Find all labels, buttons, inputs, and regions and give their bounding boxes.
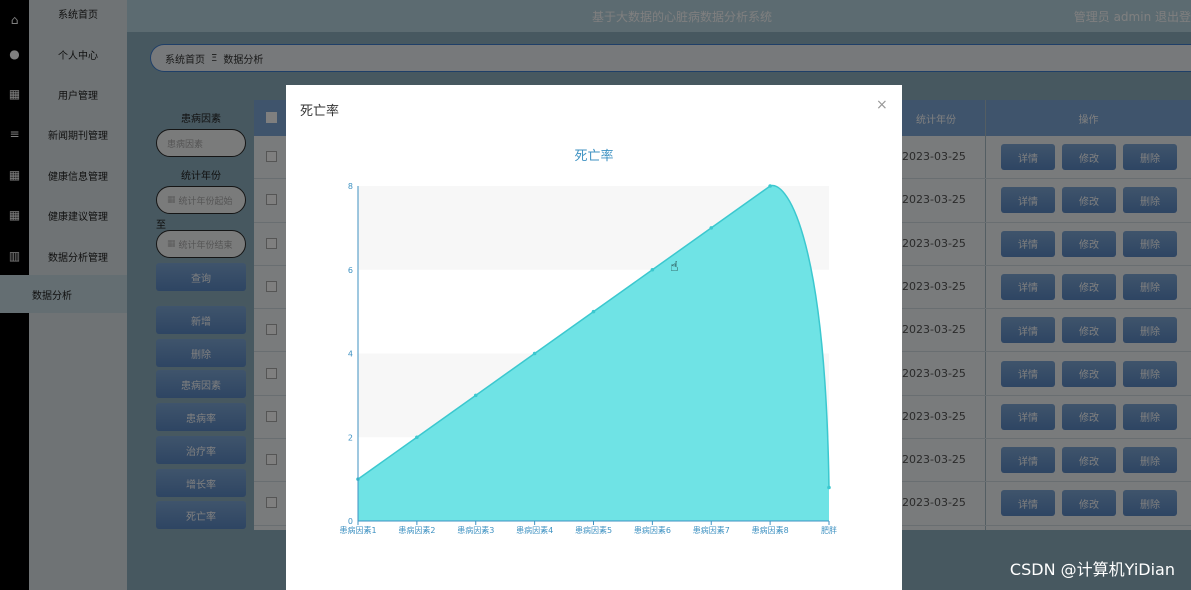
y-tick-label: 6 xyxy=(348,266,353,275)
data-point xyxy=(827,485,831,490)
x-tick-label: 患病因素2 xyxy=(398,525,435,535)
data-point xyxy=(709,226,714,230)
data-point xyxy=(650,267,655,272)
x-tick-label: 患病因素1 xyxy=(339,525,376,535)
y-tick-label: 0 xyxy=(348,517,353,526)
x-tick-label: 患病因素6 xyxy=(634,525,671,535)
x-tick-label: 患病因素3 xyxy=(457,525,494,535)
y-tick-label: 8 xyxy=(348,182,353,191)
data-point xyxy=(532,351,537,356)
data-point xyxy=(768,184,772,188)
x-tick-label: 肥胖 xyxy=(821,525,837,535)
hand-cursor-icon: ☝ xyxy=(670,259,679,275)
x-tick-label: 患病因素5 xyxy=(575,525,612,535)
x-tick-label: 患病因素8 xyxy=(752,525,789,535)
y-tick-label: 4 xyxy=(348,350,353,359)
chart-dialog: 死亡率 × 死亡率 0 2 4 6 8 患病因素1 患病因素2 患病因素3 患病因素4 患病因素5… xyxy=(286,85,902,590)
x-tick-label: 患病因素7 xyxy=(693,525,730,535)
data-point xyxy=(591,309,596,314)
watermark: CSDN @计算机YiDian xyxy=(1009,560,1175,579)
data-point xyxy=(415,435,419,440)
x-tick-label: 患病因素4 xyxy=(516,525,553,535)
mortality-chart: 0 2 4 6 8 患病因素1 患病因素2 患病因素3 患病因素4 患病因素5 患病因素6 患病因素7… xyxy=(339,182,837,535)
data-point xyxy=(473,393,478,398)
y-tick-label: 2 xyxy=(348,433,353,442)
